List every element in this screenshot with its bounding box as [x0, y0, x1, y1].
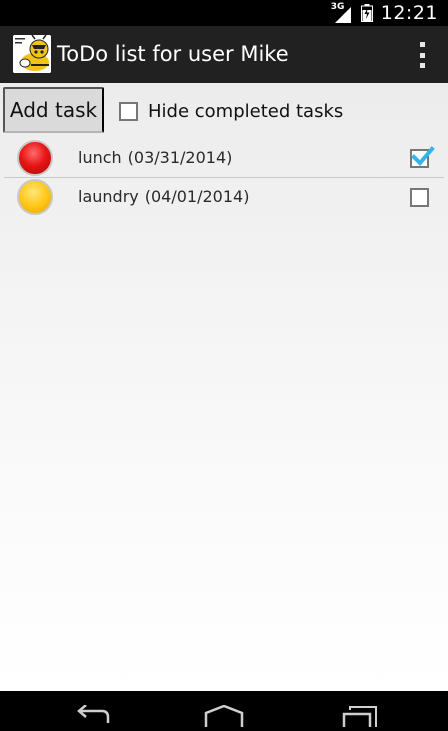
- task-date: (04/01/2014): [144, 187, 250, 206]
- task-name: laundry: [78, 187, 139, 206]
- recent-apps-icon[interactable]: [334, 705, 378, 727]
- hide-completed-checkbox[interactable]: [119, 101, 138, 121]
- checkmark-icon: [411, 146, 435, 166]
- task-row[interactable]: lunch (03/31/2014): [0, 139, 448, 177]
- task-label: laundry (04/01/2014): [78, 178, 249, 216]
- battery-icon: [360, 4, 373, 22]
- bee-logo-icon: [13, 35, 51, 73]
- menu-dot: [419, 52, 425, 58]
- task-label: lunch (03/31/2014): [78, 139, 232, 177]
- status-bar: 3G 12:21: [0, 0, 448, 26]
- task-name: lunch: [78, 148, 122, 167]
- overflow-menu-icon[interactable]: [416, 42, 428, 68]
- network-type-label: 3G: [330, 2, 345, 12]
- priority-yellow-icon: [17, 179, 53, 215]
- status-icons: 3G 12:21: [331, 0, 438, 26]
- menu-dot: [419, 63, 425, 68]
- home-icon[interactable]: [202, 704, 246, 727]
- action-bar: ToDo list for user Mike: [0, 26, 448, 83]
- task-row[interactable]: laundry (04/01/2014): [0, 178, 448, 216]
- page-title: ToDo list for user Mike: [57, 42, 289, 66]
- menu-dot: [419, 42, 425, 47]
- task-complete-checkbox[interactable]: [410, 146, 435, 168]
- clock: 12:21: [380, 2, 438, 24]
- hide-completed-label: Hide completed tasks: [148, 100, 344, 122]
- todo-content: Add task Hide completed tasks lunch (03/3…: [0, 83, 448, 691]
- signal-icon: 3G: [331, 3, 353, 23]
- hide-completed-toggle[interactable]: Hide completed tasks: [119, 99, 343, 123]
- priority-red-icon: [17, 140, 53, 176]
- task-complete-checkbox[interactable]: [410, 188, 429, 207]
- task-date: (03/31/2014): [127, 148, 233, 167]
- navigation-bar: [0, 691, 448, 727]
- add-task-button[interactable]: Add task: [3, 87, 104, 133]
- back-icon[interactable]: [70, 704, 114, 727]
